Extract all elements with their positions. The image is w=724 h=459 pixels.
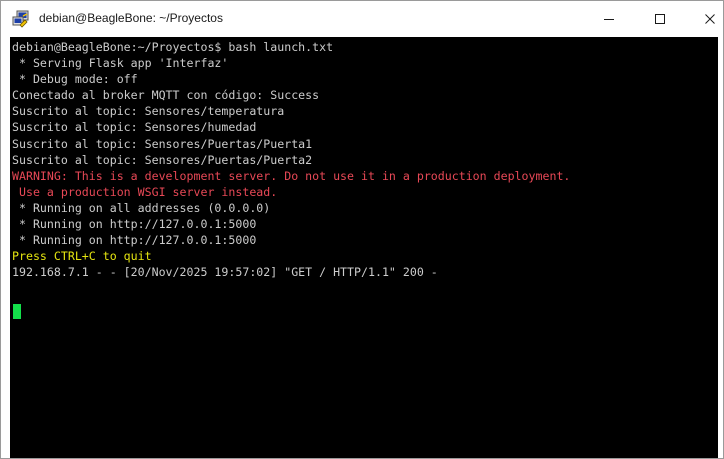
terminal-line: * Running on http://127.0.0.1:5000	[12, 233, 257, 248]
terminal-output[interactable]: debian@BeagleBone:~/Proyectos$ bash laun…	[10, 37, 718, 458]
title-bar[interactable]: debian@BeagleBone: ~/Proyectos	[1, 1, 723, 37]
terminal-line: debian@BeagleBone:~/Proyectos$ bash laun…	[12, 40, 334, 54]
maximize-icon	[655, 14, 665, 24]
putty-icon[interactable]	[12, 10, 30, 28]
warning-line: WARNING: This is a development server. D…	[12, 168, 571, 183]
terminal-line: * Debug mode: off	[12, 72, 138, 87]
terminal-window: debian@BeagleBone: ~/Proyectos debian@Be…	[0, 0, 724, 459]
maximize-button[interactable]	[637, 1, 683, 37]
close-button[interactable]	[687, 1, 723, 37]
terminal-line: Suscrito al topic: Sensores/temperatura	[12, 104, 285, 119]
terminal-line: * Running on http://127.0.0.1:5000	[12, 217, 257, 232]
notice-line: Press CTRL+C to quit	[12, 249, 152, 264]
window-title: debian@BeagleBone: ~/Proyectos	[39, 11, 223, 25]
close-icon	[705, 14, 715, 24]
minimize-icon	[604, 19, 614, 20]
terminal-line: Suscrito al topic: Sensores/humedad	[12, 120, 257, 135]
text-cursor	[13, 304, 21, 319]
terminal-line: * Serving Flask app 'Interfaz'	[12, 56, 229, 71]
terminal-line: 192.168.7.1 - - [20/Nov/2025 19:57:02] "…	[12, 265, 438, 280]
warning-line: Use a production WSGI server instead.	[12, 184, 278, 199]
terminal-line: Suscrito al topic: Sensores/Puertas/Puer…	[12, 136, 313, 151]
minimize-button[interactable]	[586, 1, 632, 37]
terminal-line: Conectado al broker MQTT con código: Suc…	[12, 88, 320, 103]
terminal-line: * Running on all addresses (0.0.0.0)	[12, 200, 271, 215]
terminal-line: Suscrito al topic: Sensores/Puertas/Puer…	[12, 152, 313, 167]
